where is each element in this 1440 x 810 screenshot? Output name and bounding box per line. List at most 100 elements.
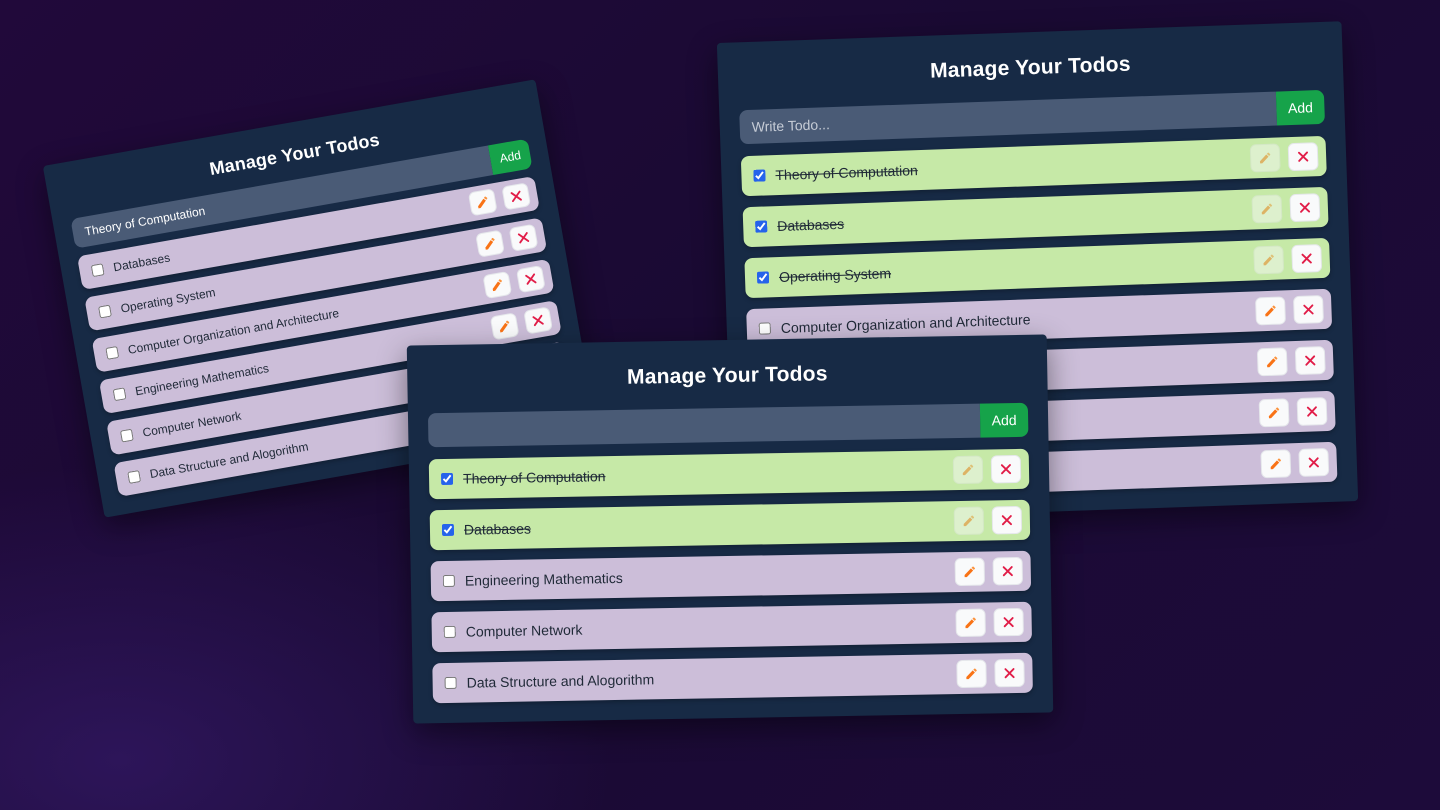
- todo-checkbox[interactable]: [443, 625, 456, 639]
- edit-button[interactable]: [1260, 449, 1292, 479]
- todo-checkbox[interactable]: [442, 574, 455, 588]
- delete-button[interactable]: [1294, 346, 1326, 376]
- edit-button[interactable]: [482, 270, 513, 300]
- todo-checkbox[interactable]: [105, 345, 120, 360]
- delete-button[interactable]: [1298, 447, 1330, 477]
- close-icon: [999, 462, 1013, 476]
- add-todo-form: Add: [739, 89, 1326, 145]
- todo-text: Computer Organization and Architecture: [780, 311, 1031, 336]
- close-icon: [523, 271, 539, 287]
- todo-checkbox[interactable]: [112, 387, 127, 402]
- todo-text: Theory of Computation: [775, 162, 919, 184]
- close-icon: [1301, 302, 1315, 316]
- add-todo-form: Add: [427, 402, 1029, 448]
- todo-checkbox[interactable]: [444, 676, 457, 690]
- todo-checkbox[interactable]: [127, 470, 142, 484]
- edit-button[interactable]: [489, 312, 520, 341]
- delete-button[interactable]: [992, 556, 1024, 586]
- edit-button[interactable]: [475, 229, 505, 258]
- edit-button[interactable]: [955, 608, 986, 638]
- todo-item: Databases: [742, 186, 1329, 248]
- todo-input[interactable]: [427, 403, 981, 448]
- todo-list: Theory of Computation Databases Engineerin…: [428, 448, 1033, 704]
- pencil-icon: [475, 194, 491, 210]
- pencil-icon: [489, 277, 505, 293]
- todo-text: Operating System: [778, 265, 892, 286]
- delete-button[interactable]: [991, 505, 1023, 535]
- todo-text: Databases: [776, 215, 845, 235]
- pencil-icon: [1260, 202, 1274, 216]
- pencil-icon: [1258, 151, 1272, 165]
- todo-checkbox[interactable]: [753, 169, 766, 182]
- todo-checkbox[interactable]: [755, 220, 768, 233]
- pencil-icon: [963, 565, 977, 579]
- todo-checkbox[interactable]: [440, 472, 454, 486]
- edit-button[interactable]: [1253, 245, 1285, 275]
- pencil-icon: [964, 616, 978, 630]
- todo-checkbox[interactable]: [758, 322, 772, 335]
- close-icon: [1002, 615, 1016, 629]
- close-icon: [1303, 353, 1317, 367]
- todo-checkbox[interactable]: [441, 523, 455, 537]
- close-icon: [1000, 513, 1014, 527]
- todo-checkbox[interactable]: [119, 428, 134, 443]
- todo-item: Engineering Mathematics: [430, 550, 1032, 602]
- close-icon: [1002, 666, 1016, 680]
- todo-item: Computer Network: [431, 601, 1033, 653]
- todo-text: Data Structure and Alogorithm: [466, 671, 655, 691]
- add-button[interactable]: Add: [1275, 89, 1326, 126]
- add-button[interactable]: Add: [487, 138, 533, 176]
- edit-button[interactable]: [954, 557, 986, 587]
- todo-checkbox[interactable]: [90, 263, 105, 278]
- todo-checkbox[interactable]: [98, 304, 112, 319]
- add-button[interactable]: Add: [979, 402, 1029, 438]
- close-icon: [1296, 149, 1310, 163]
- todo-item: Theory of Computation: [428, 448, 1030, 500]
- delete-button[interactable]: [1296, 396, 1328, 427]
- delete-button[interactable]: [1291, 244, 1323, 274]
- pencil-icon: [1267, 406, 1281, 420]
- close-icon: [1298, 200, 1312, 214]
- panel-title: Manage Your Todos: [929, 52, 1132, 83]
- todo-item: Databases: [429, 499, 1031, 551]
- delete-button[interactable]: [1292, 295, 1324, 325]
- delete-button[interactable]: [990, 454, 1022, 484]
- delete-button[interactable]: [1287, 142, 1319, 172]
- pencil-icon: [1269, 457, 1283, 471]
- edit-button[interactable]: [1251, 194, 1283, 224]
- todo-item: Theory of Computation: [740, 135, 1327, 197]
- close-icon: [530, 312, 546, 328]
- pencil-icon: [1265, 355, 1279, 369]
- pencil-icon: [962, 514, 976, 528]
- pencil-icon: [961, 463, 975, 477]
- delete-button[interactable]: [1289, 193, 1321, 223]
- edit-button[interactable]: [1258, 398, 1290, 428]
- delete-button[interactable]: [508, 223, 539, 252]
- pencil-icon: [497, 318, 513, 334]
- edit-button[interactable]: [1255, 296, 1286, 326]
- edit-button[interactable]: [1249, 143, 1281, 173]
- todo-text: Databases: [463, 520, 532, 538]
- edit-button[interactable]: [952, 455, 984, 485]
- edit-button[interactable]: [953, 506, 985, 536]
- edit-button[interactable]: [1256, 347, 1288, 377]
- pencil-icon: [482, 236, 498, 252]
- delete-button[interactable]: [523, 306, 554, 335]
- todo-text: Theory of Computation: [462, 468, 606, 487]
- delete-button[interactable]: [993, 607, 1024, 637]
- close-icon: [1307, 455, 1321, 469]
- close-icon: [515, 230, 531, 246]
- todo-text: Engineering Mathematics: [464, 569, 623, 589]
- todo-input[interactable]: [739, 91, 1278, 145]
- delete-button[interactable]: [501, 182, 532, 211]
- close-icon: [1305, 404, 1319, 418]
- edit-button[interactable]: [467, 188, 498, 217]
- delete-button[interactable]: [994, 658, 1025, 688]
- todo-checkbox[interactable]: [756, 271, 770, 284]
- edit-button[interactable]: [956, 659, 987, 689]
- close-icon: [1001, 564, 1015, 578]
- delete-button[interactable]: [515, 265, 546, 294]
- pencil-icon: [964, 667, 978, 681]
- close-icon: [1299, 251, 1313, 265]
- todo-item: Operating System: [744, 237, 1331, 299]
